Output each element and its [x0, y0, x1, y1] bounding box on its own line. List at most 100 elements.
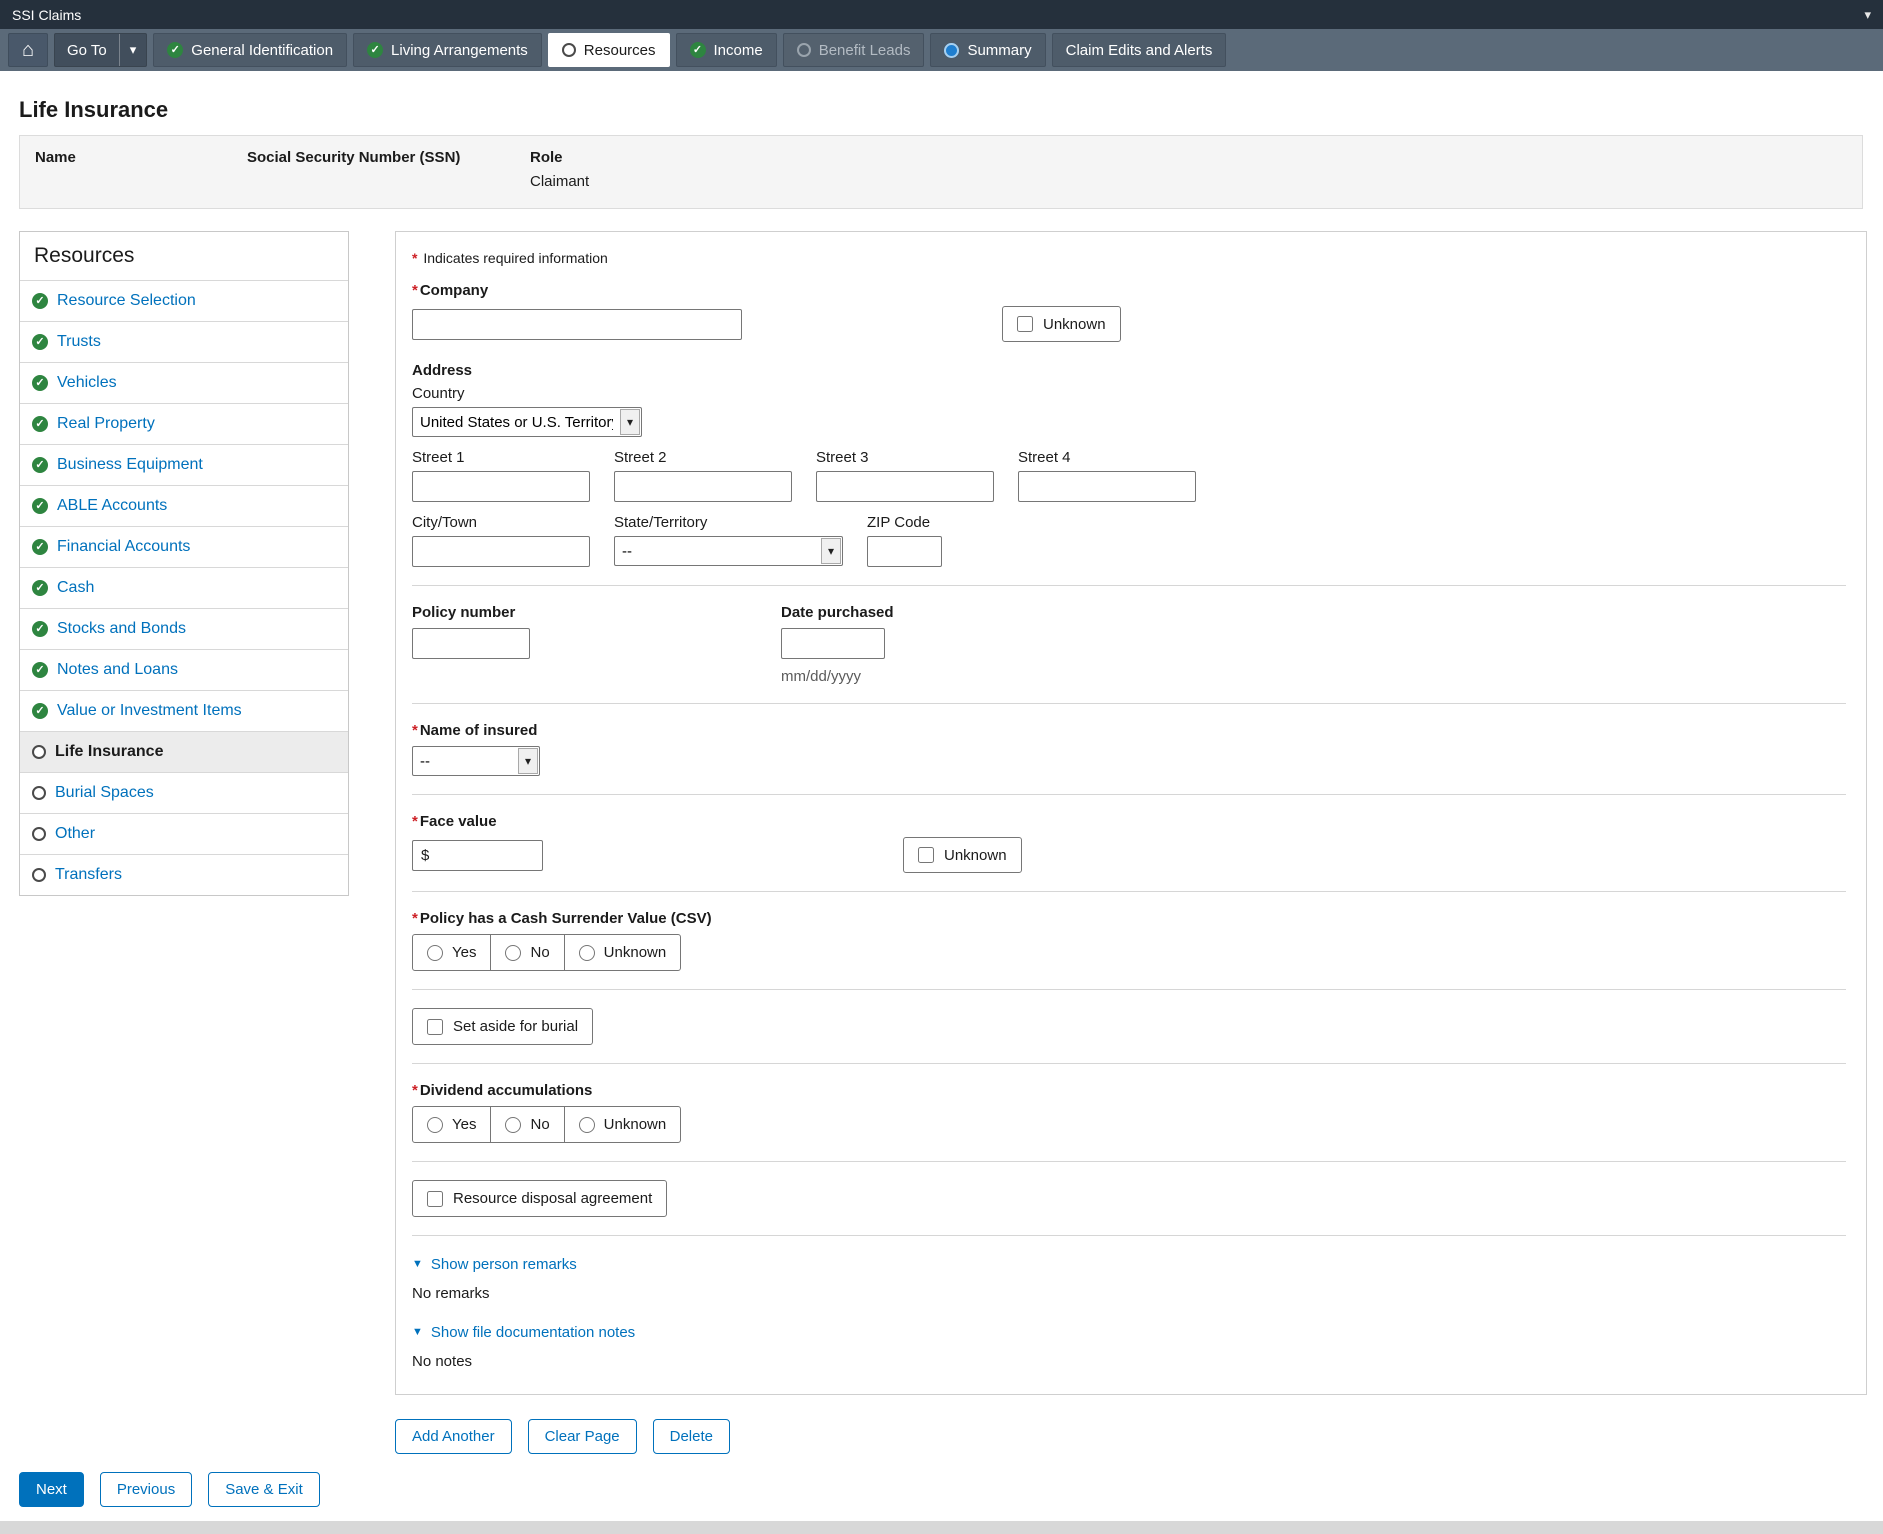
csv-option-unknown[interactable]: Unknown	[564, 935, 681, 970]
csv-radio-unknown[interactable]	[579, 945, 595, 961]
page-content: Life Insurance Name Social Security Numb…	[0, 97, 1883, 1507]
required-note: * Indicates required information	[412, 250, 1846, 266]
checkbox-label: Resource disposal agreement	[453, 1190, 652, 1207]
face-value-unknown-checkbox[interactable]: Unknown	[903, 837, 1022, 873]
country-select[interactable]: United States or U.S. Territory ▾	[412, 407, 642, 437]
save-and-exit-button[interactable]: Save & Exit	[208, 1472, 320, 1507]
country-select-input[interactable]: United States or U.S. Territory	[412, 407, 642, 437]
state-select[interactable]: -- ▾	[614, 536, 843, 566]
complete-check-icon: ✓	[32, 375, 48, 391]
tab-claim-edits-and-alerts[interactable]: Claim Edits and Alerts	[1052, 33, 1227, 67]
complete-check-icon: ✓	[690, 42, 706, 58]
tab-living-arrangements[interactable]: ✓ Living Arrangements	[353, 33, 542, 67]
tab-summary[interactable]: Summary	[930, 33, 1045, 67]
tab-income[interactable]: ✓ Income	[676, 33, 777, 67]
current-circle-icon	[562, 43, 576, 57]
street4-label: Street 4	[1018, 449, 1196, 466]
sidebar-item-business-equipment[interactable]: ✓ Business Equipment	[20, 444, 348, 485]
tab-general-identification[interactable]: ✓ General Identification	[153, 33, 347, 67]
home-button[interactable]: ⌂	[8, 33, 48, 67]
divider	[412, 1235, 1846, 1236]
bottom-strip	[0, 1521, 1883, 1534]
sidebar-item-label: Business Equipment	[57, 456, 203, 474]
chevron-down-icon[interactable]: ▾	[1864, 7, 1871, 23]
dividend-radio-yes[interactable]	[427, 1117, 443, 1133]
street4-input[interactable]	[1018, 471, 1196, 502]
show-file-documentation-notes-toggle[interactable]: ▼ Show file documentation notes	[412, 1324, 635, 1341]
company-unknown-checkbox-input[interactable]	[1017, 316, 1033, 332]
insured-select[interactable]: -- ▾	[412, 746, 540, 776]
face-value-input[interactable]	[435, 843, 534, 868]
dividend-option-yes[interactable]: Yes	[413, 1107, 490, 1142]
company-label: *Company	[412, 282, 1846, 299]
csv-option-no[interactable]: No	[490, 935, 563, 970]
sidebar-item-label: ABLE Accounts	[57, 497, 167, 515]
sidebar-item-notes-and-loans[interactable]: ✓ Notes and Loans	[20, 649, 348, 690]
sidebar-item-burial-spaces[interactable]: Burial Spaces	[20, 772, 348, 813]
sidebar-item-stocks-and-bonds[interactable]: ✓ Stocks and Bonds	[20, 608, 348, 649]
street2-input[interactable]	[614, 471, 792, 502]
date-purchased-input[interactable]	[781, 628, 885, 659]
tab-resources[interactable]: Resources	[548, 33, 670, 67]
zip-label: ZIP Code	[867, 514, 942, 531]
sidebar-item-value-or-investment-items[interactable]: ✓ Value or Investment Items	[20, 690, 348, 731]
add-another-button[interactable]: Add Another	[395, 1419, 512, 1454]
sidebar-item-other[interactable]: Other	[20, 813, 348, 854]
currency-prefix: $	[421, 847, 429, 864]
dividend-label: *Dividend accumulations	[412, 1082, 1846, 1099]
dividend-option-unknown[interactable]: Unknown	[564, 1107, 681, 1142]
clear-page-button[interactable]: Clear Page	[528, 1419, 637, 1454]
previous-button[interactable]: Previous	[100, 1472, 192, 1507]
policy-number-input[interactable]	[412, 628, 530, 659]
csv-radio-yes[interactable]	[427, 945, 443, 961]
company-input[interactable]	[412, 309, 742, 340]
go-to-dropdown[interactable]: Go To ▾	[54, 33, 147, 67]
sidebar-item-resource-selection[interactable]: ✓ Resource Selection	[20, 280, 348, 321]
resource-disposal-agreement-checkbox[interactable]: Resource disposal agreement	[412, 1180, 667, 1217]
street3-input[interactable]	[816, 471, 994, 502]
tab-label: Summary	[967, 42, 1031, 59]
state-select-input[interactable]: --	[614, 536, 843, 566]
csv-option-yes[interactable]: Yes	[413, 935, 490, 970]
complete-check-icon: ✓	[32, 621, 48, 637]
street1-input[interactable]	[412, 471, 590, 502]
dividend-radio-no[interactable]	[505, 1117, 521, 1133]
insured-label: *Name of insured	[412, 722, 1846, 739]
todo-circle-icon	[32, 868, 46, 882]
street3-label: Street 3	[816, 449, 994, 466]
set-aside-for-burial-checkbox-input[interactable]	[427, 1019, 443, 1035]
policy-number-field: Policy number	[412, 604, 781, 685]
delete-button[interactable]: Delete	[653, 1419, 730, 1454]
tab-benefit-leads[interactable]: Benefit Leads	[783, 33, 925, 67]
sidebar-item-transfers[interactable]: Transfers	[20, 854, 348, 895]
show-person-remarks-toggle[interactable]: ▼ Show person remarks	[412, 1256, 577, 1273]
complete-check-icon: ✓	[32, 457, 48, 473]
dividend-option-no[interactable]: No	[490, 1107, 563, 1142]
city-input[interactable]	[412, 536, 590, 567]
sidebar-item-vehicles[interactable]: ✓ Vehicles	[20, 362, 348, 403]
resources-sidebar: Resources ✓ Resource Selection ✓ Trusts …	[19, 231, 349, 896]
sidebar-item-financial-accounts[interactable]: ✓ Financial Accounts	[20, 526, 348, 567]
resource-disposal-agreement-checkbox-input[interactable]	[427, 1191, 443, 1207]
name-label: Name	[35, 149, 247, 166]
zip-field: ZIP Code	[867, 514, 942, 567]
sidebar-item-trusts[interactable]: ✓ Trusts	[20, 321, 348, 362]
set-aside-for-burial-checkbox[interactable]: Set aside for burial	[412, 1008, 593, 1045]
zip-input[interactable]	[867, 536, 942, 567]
dividend-radio-unknown[interactable]	[579, 1117, 595, 1133]
complete-check-icon: ✓	[32, 580, 48, 596]
insured-select-input[interactable]: --	[412, 746, 540, 776]
face-value-unknown-checkbox-input[interactable]	[918, 847, 934, 863]
sidebar-item-able-accounts[interactable]: ✓ ABLE Accounts	[20, 485, 348, 526]
sidebar-item-real-property[interactable]: ✓ Real Property	[20, 403, 348, 444]
csv-radio-no[interactable]	[505, 945, 521, 961]
checkbox-label: Unknown	[1043, 316, 1106, 333]
company-unknown-checkbox[interactable]: Unknown	[1002, 306, 1121, 342]
next-button[interactable]: Next	[19, 1472, 84, 1507]
app-title-bar: SSI Claims ▾	[0, 0, 1883, 29]
country-label: Country	[412, 385, 1846, 402]
sidebar-item-label: Trusts	[57, 333, 101, 351]
todo-circle-icon	[32, 786, 46, 800]
sidebar-item-cash[interactable]: ✓ Cash	[20, 567, 348, 608]
sidebar-item-life-insurance[interactable]: Life Insurance	[20, 731, 348, 772]
